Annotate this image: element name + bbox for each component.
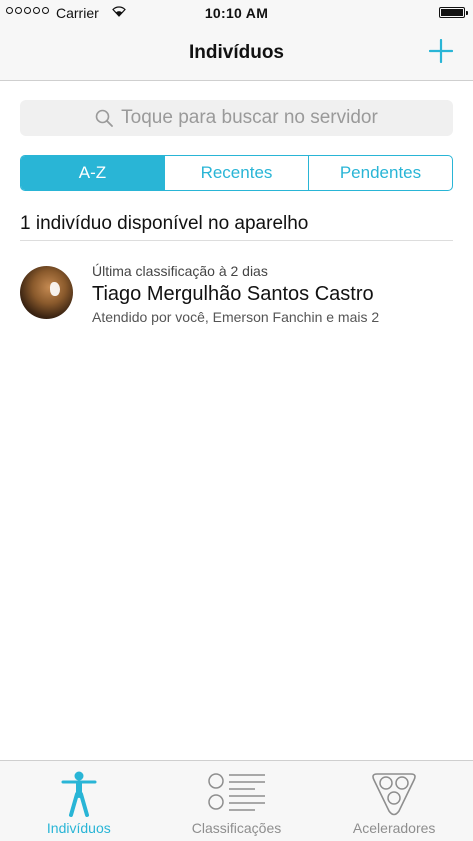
segment-pendentes[interactable]: Pendentes [308, 156, 452, 190]
segment-recentes[interactable]: Recentes [164, 156, 308, 190]
segment-a-z[interactable]: A-Z [21, 156, 164, 190]
tab-label-aceleradores: Aceleradores [352, 820, 436, 836]
tab-classificacoes[interactable]: Classificações [158, 761, 316, 841]
tab-label-classificacoes: Classificações [191, 820, 282, 836]
list-icon [207, 773, 265, 811]
navigation-bar: Indivíduos [0, 26, 473, 81]
add-icon[interactable] [429, 39, 453, 63]
person-icon [61, 771, 97, 817]
search-field[interactable]: Toque para buscar no servidor [20, 100, 453, 136]
tab-bar: Indivíduos Classificações Aceleradores [0, 760, 473, 841]
battery-icon [439, 7, 468, 18]
triangle-circles-icon [372, 773, 416, 816]
search-placeholder: Toque para buscar no servidor [121, 107, 378, 128]
page-title: Indivíduos [189, 42, 284, 63]
avatar [20, 266, 73, 319]
clock: 10:10 AM [204, 5, 269, 21]
tab-label-individuos: Indivíduos [46, 820, 111, 836]
search-icon [95, 109, 114, 127]
individual-name: Tiago Mergulhão Santos Castro [92, 283, 374, 305]
section-header: 1 indivíduo disponível no aparelho [20, 213, 453, 241]
attended-by: Atendido por você, Emerson Fanchin e mai… [92, 309, 380, 325]
sort-segmented-control: A-Z Recentes Pendentes [20, 155, 453, 191]
tab-aceleradores[interactable]: Aceleradores [315, 761, 473, 841]
status-bar: Carrier 10:10 AM [0, 0, 473, 26]
tab-individuos[interactable]: Indivíduos [0, 761, 158, 841]
last-classification: Última classificação à 2 dias [92, 263, 268, 279]
list-item[interactable]: Última classificação à 2 dias Tiago Merg… [20, 258, 453, 328]
